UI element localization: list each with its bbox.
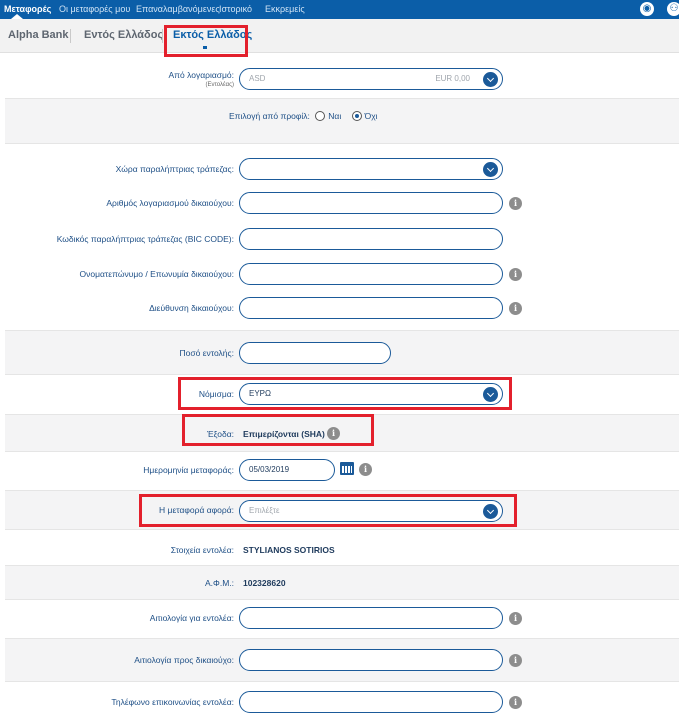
account-balance: EUR 0,00 bbox=[435, 74, 470, 83]
profile-no-label: Όχι bbox=[364, 111, 378, 121]
highlight-transfer-purpose bbox=[139, 494, 517, 527]
tax-id-label: Α.Φ.Μ.: bbox=[205, 578, 234, 588]
from-account-row: Από λογαριασμό: (Εντολέας) ASD EUR 0,00 bbox=[5, 62, 679, 98]
from-account-label: Από λογαριασμό: bbox=[168, 70, 234, 80]
info-icon[interactable]: i bbox=[509, 197, 522, 210]
tab-domestic[interactable]: Εντός Ελλάδος bbox=[84, 29, 163, 41]
nav-history[interactable]: Ιστορικό bbox=[219, 4, 252, 14]
info-icon[interactable]: i bbox=[509, 696, 522, 709]
orderer-value: STYLIANOS SOTIRIOS bbox=[243, 545, 335, 555]
beneficiary-account-label: Αριθμός λογαριασμού δικαιούχου: bbox=[106, 198, 234, 208]
highlight-charges bbox=[182, 414, 374, 446]
transfer-date-row: Ημερομηνία μεταφοράς: 05/03/2019 i bbox=[5, 457, 679, 485]
tab-divider bbox=[70, 29, 71, 43]
chevron-down-icon[interactable] bbox=[483, 72, 498, 87]
nav-pending[interactable]: Εκκρεμείς bbox=[265, 4, 305, 14]
beneficiary-account-row: Αριθμός λογαριασμού δικαιούχου: i bbox=[5, 189, 679, 219]
amount-input[interactable] bbox=[239, 342, 391, 364]
calendar-icon[interactable] bbox=[340, 462, 354, 475]
transfer-type-tabs: Alpha Bank Εντός Ελλάδος Εκτός Ελλάδος bbox=[0, 19, 679, 53]
bic-code-input[interactable] bbox=[239, 228, 503, 250]
highlight-tab-international bbox=[164, 25, 248, 57]
profile-yes-radio[interactable] bbox=[315, 111, 326, 121]
amount-label: Ποσό εντολής: bbox=[179, 348, 234, 358]
reason-beneficiary-row: Αιτιολογία προς δικαιούχο: i bbox=[5, 638, 679, 682]
beneficiary-address-row: Διεύθυνση δικαιούχου: i bbox=[5, 294, 679, 324]
nav-recurring[interactable]: Επαναλαμβανόμενες bbox=[136, 4, 220, 14]
transfer-date-label: Ημερομηνία μεταφοράς: bbox=[143, 465, 234, 475]
bank-country-row: Χώρα παραλήπτριας τράπεζας: bbox=[5, 155, 679, 185]
bic-code-row: Κωδικός παραλήπτριας τράπεζας (BIC CODE)… bbox=[5, 225, 679, 255]
transfer-date-input[interactable]: 05/03/2019 bbox=[239, 459, 335, 481]
info-icon[interactable]: i bbox=[509, 268, 522, 281]
tax-id-row: Α.Φ.Μ.: 102328620 bbox=[5, 565, 679, 600]
beneficiary-account-input[interactable] bbox=[239, 192, 503, 214]
bic-code-label: Κωδικός παραλήπτριας τράπεζας (BIC CODE)… bbox=[56, 234, 234, 244]
account-name: ASD bbox=[249, 74, 266, 83]
reason-orderer-row: Αιτιολογία για εντολέα: i bbox=[5, 604, 679, 634]
highlight-currency bbox=[178, 377, 512, 410]
profile-no-radio[interactable] bbox=[351, 111, 362, 121]
tax-id-value: 102328620 bbox=[243, 578, 286, 588]
orderer-phone-row: Τηλέφωνο επικοινωνίας εντολέα: i bbox=[5, 688, 679, 718]
reason-beneficiary-input[interactable] bbox=[239, 649, 503, 671]
reason-orderer-input[interactable] bbox=[239, 607, 503, 629]
nav-transfers[interactable]: Μεταφορές bbox=[4, 4, 51, 14]
account-icon[interactable]: ⚇ bbox=[667, 2, 679, 16]
info-icon[interactable]: i bbox=[509, 612, 522, 625]
orderer-label: Στοιχεία εντολέα: bbox=[170, 545, 234, 555]
chevron-down-icon[interactable] bbox=[483, 162, 498, 177]
beneficiary-address-input[interactable] bbox=[239, 297, 503, 319]
reason-beneficiary-label: Αιτιολογία προς δικαιούχο: bbox=[134, 655, 234, 665]
transfer-date-value: 05/03/2019 bbox=[249, 465, 290, 474]
beneficiary-address-label: Διεύθυνση δικαιούχου: bbox=[149, 303, 234, 313]
eye-icon[interactable]: ◉ bbox=[640, 2, 654, 16]
tab-divider bbox=[162, 29, 163, 43]
orderer-phone-label: Τηλέφωνο επικοινωνίας εντολέα: bbox=[111, 697, 234, 707]
nav-my-transfers[interactable]: Οι μεταφορές μου bbox=[59, 4, 130, 14]
beneficiary-name-row: Ονοματεπώνυμο / Επωνυμία δικαιούχου: i bbox=[5, 260, 679, 290]
profile-row: Επιλογή από προφίλ: Ναι Όχι bbox=[5, 98, 679, 144]
orderer-phone-input[interactable] bbox=[239, 691, 503, 713]
top-nav: Μεταφορές Οι μεταφορές μου Επαναλαμβανόμ… bbox=[0, 0, 679, 19]
tab-alpha-bank[interactable]: Alpha Bank bbox=[8, 29, 69, 41]
profile-label: Επιλογή από προφίλ: bbox=[229, 111, 310, 121]
info-icon[interactable]: i bbox=[509, 654, 522, 667]
from-account-sublabel: (Εντολέας) bbox=[205, 82, 234, 88]
bank-country-select[interactable] bbox=[239, 158, 503, 180]
profile-yes-label: Ναι bbox=[328, 111, 342, 121]
info-icon[interactable]: i bbox=[509, 302, 522, 315]
orderer-row: Στοιχεία εντολέα: STYLIANOS SOTIRIOS bbox=[5, 535, 679, 565]
from-account-select[interactable]: ASD EUR 0,00 bbox=[239, 68, 503, 90]
beneficiary-name-input[interactable] bbox=[239, 263, 503, 285]
bank-country-label: Χώρα παραλήπτριας τράπεζας: bbox=[115, 164, 234, 174]
amount-row: Ποσό εντολής: bbox=[5, 330, 679, 375]
reason-orderer-label: Αιτιολογία για εντολέα: bbox=[149, 613, 234, 623]
info-icon[interactable]: i bbox=[359, 463, 372, 476]
profile-radio-group: Επιλογή από προφίλ: Ναι Όχι bbox=[229, 111, 378, 121]
beneficiary-name-label: Ονοματεπώνυμο / Επωνυμία δικαιούχου: bbox=[79, 269, 234, 279]
